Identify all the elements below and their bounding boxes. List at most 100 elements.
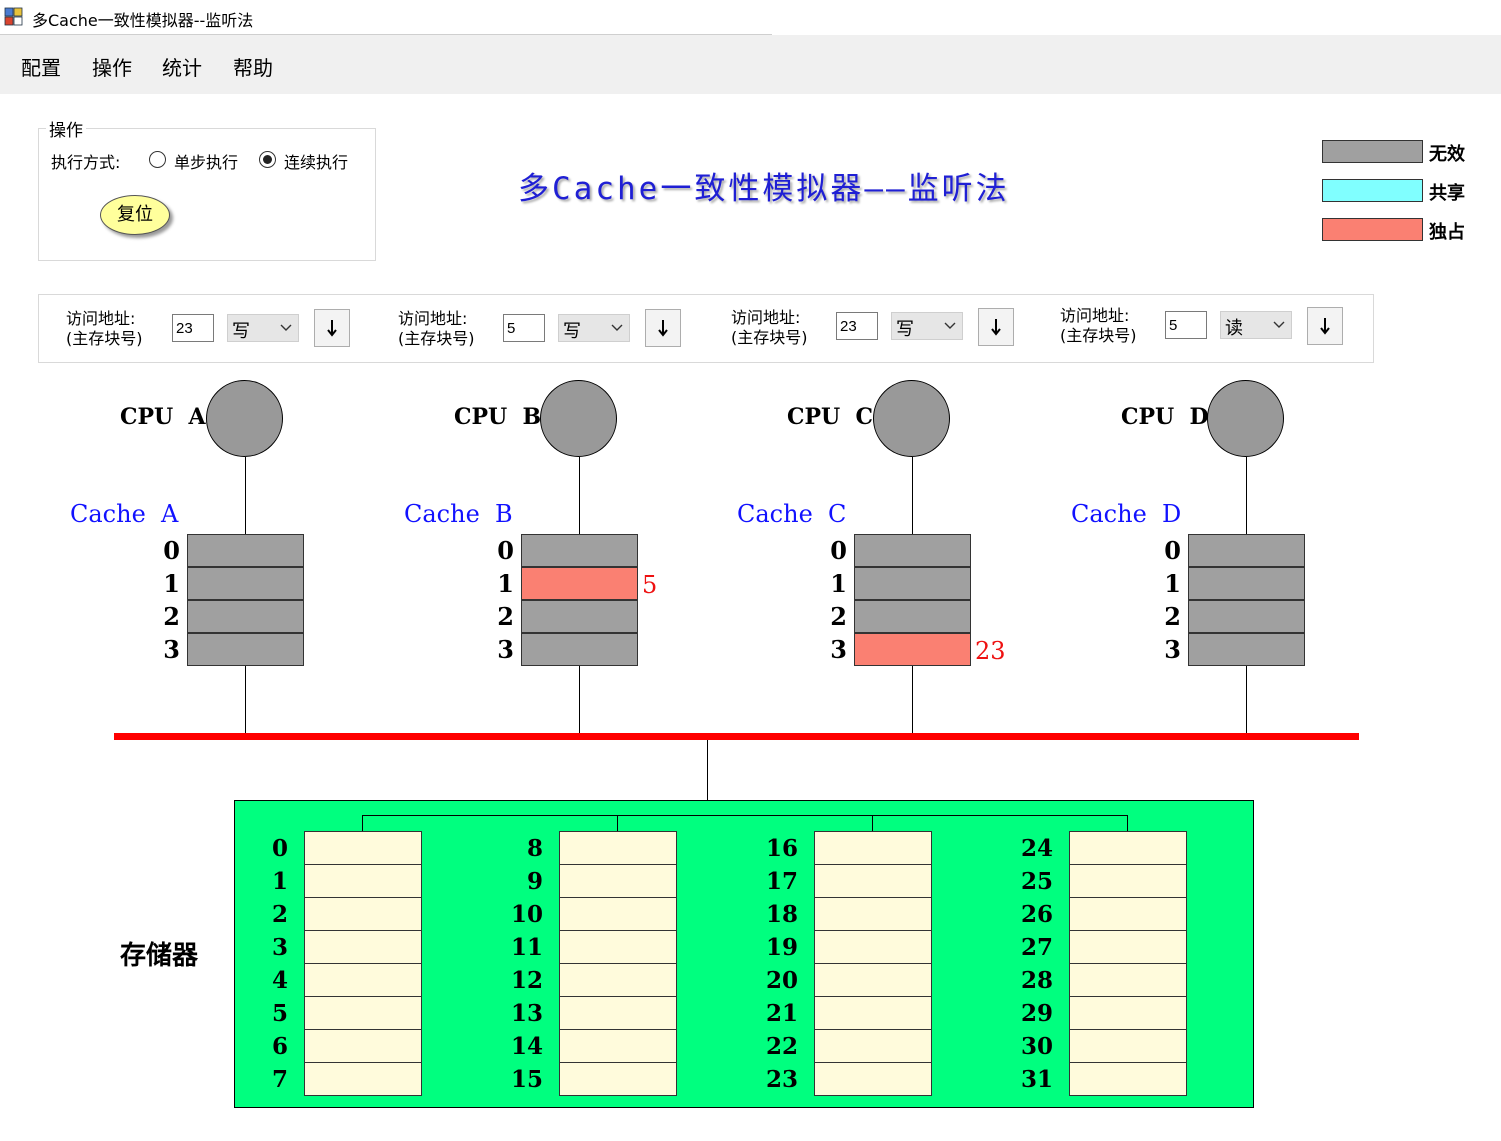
- memory-block-0[interactable]: [304, 831, 422, 865]
- memory-block-31[interactable]: [1069, 1062, 1187, 1096]
- memory-block-15[interactable]: [559, 1062, 677, 1096]
- cache-line-d-1[interactable]: [1188, 567, 1305, 600]
- cache-line-b-3[interactable]: [521, 633, 638, 666]
- memory-block-18[interactable]: [814, 897, 932, 931]
- memory-block-26[interactable]: [1069, 897, 1187, 931]
- reset-button[interactable]: 复位: [100, 195, 170, 235]
- memory-block-10[interactable]: [559, 897, 677, 931]
- single-step-radio[interactable]: [149, 151, 166, 168]
- menu-bar: 配置 操作 统计 帮助: [0, 35, 1501, 94]
- op-select-value: 写: [563, 321, 581, 342]
- memory-block-4[interactable]: [304, 963, 422, 997]
- op-select-b[interactable]: 写: [558, 314, 630, 342]
- op-select-c[interactable]: 写: [891, 312, 963, 340]
- memory-block-1[interactable]: [304, 864, 422, 898]
- access-label-line2: (主存块号): [731, 328, 808, 347]
- memory-block-17[interactable]: [814, 864, 932, 898]
- memory-column-link: [1127, 815, 1128, 831]
- memory-block-14[interactable]: [559, 1029, 677, 1063]
- cache-line-b-1[interactable]: [521, 567, 638, 600]
- memory-block-19[interactable]: [814, 930, 932, 964]
- memory-block-9[interactable]: [559, 864, 677, 898]
- memory-block-7[interactable]: [304, 1062, 422, 1096]
- access-label-line2: (主存块号): [1060, 326, 1137, 345]
- memory-block-13[interactable]: [559, 996, 677, 1030]
- menu-operation[interactable]: 操作: [92, 52, 132, 81]
- cache-line-a-1[interactable]: [187, 567, 304, 600]
- memory-block-28[interactable]: [1069, 963, 1187, 997]
- window-title: 多Cache一致性模拟器--监听法: [32, 11, 254, 30]
- menu-config[interactable]: 配置: [21, 52, 61, 81]
- memory-block-number: 24: [1020, 835, 1053, 862]
- address-input-c[interactable]: [836, 312, 878, 340]
- memory-block-number: 10: [510, 901, 543, 928]
- memory-block-11[interactable]: [559, 930, 677, 964]
- continuous-radio[interactable]: [259, 151, 276, 168]
- cache-line-a-0[interactable]: [187, 534, 304, 567]
- cpu-cache-link: [1246, 457, 1247, 534]
- cache-line-b-0[interactable]: [521, 534, 638, 567]
- memory-block-16[interactable]: [814, 831, 932, 865]
- access-label-line1: 访问地址:: [398, 309, 468, 328]
- cache-line-b-2[interactable]: [521, 600, 638, 633]
- memory-block-3[interactable]: [304, 930, 422, 964]
- memory-block-24[interactable]: [1069, 831, 1187, 865]
- cache-line-c-0[interactable]: [854, 534, 971, 567]
- memory-block-20[interactable]: [814, 963, 932, 997]
- memory-block-2[interactable]: [304, 897, 422, 931]
- cpu-cache-link: [579, 457, 580, 534]
- go-button-c[interactable]: [978, 308, 1014, 346]
- address-input-b[interactable]: [503, 314, 545, 342]
- cache-line-c-2[interactable]: [854, 600, 971, 633]
- cache-line-d-0[interactable]: [1188, 534, 1305, 567]
- memory-block-8[interactable]: [559, 831, 677, 865]
- memory-block-12[interactable]: [559, 963, 677, 997]
- memory-block-5[interactable]: [304, 996, 422, 1030]
- op-select-d[interactable]: 读: [1220, 311, 1292, 339]
- memory-block-6[interactable]: [304, 1029, 422, 1063]
- execution-mode-label: 执行方式:: [51, 153, 121, 172]
- access-label-line2: (主存块号): [66, 329, 143, 348]
- memory-block-25[interactable]: [1069, 864, 1187, 898]
- go-button-d[interactable]: [1307, 307, 1343, 345]
- access-label-line1: 访问地址:: [731, 308, 801, 327]
- op-select-value: 读: [1225, 318, 1243, 339]
- memory-block-number: 31: [1020, 1066, 1053, 1093]
- chevron-down-icon: [1273, 321, 1285, 328]
- memory-block-22[interactable]: [814, 1029, 932, 1063]
- single-step-label[interactable]: 单步执行: [174, 149, 238, 173]
- cache-label-a: Cache A: [70, 500, 179, 528]
- access-label-b: 访问地址: (主存块号): [398, 309, 475, 349]
- cache-bus-link: [912, 666, 913, 734]
- cache-bus-link: [579, 666, 580, 734]
- cache-line-d-3[interactable]: [1188, 633, 1305, 666]
- cpu-label-a: CPU A: [120, 404, 206, 430]
- access-label-line1: 访问地址:: [1060, 306, 1130, 325]
- go-button-b[interactable]: [645, 309, 681, 347]
- memory-block-number: 25: [1020, 868, 1053, 895]
- cache-line-d-2[interactable]: [1188, 600, 1305, 633]
- cache-label-b: Cache B: [404, 500, 513, 528]
- memory-block-21[interactable]: [814, 996, 932, 1030]
- go-button-a[interactable]: [314, 309, 350, 347]
- menu-help[interactable]: 帮助: [233, 52, 273, 81]
- cache-line-c-3[interactable]: [854, 633, 971, 666]
- memory-block-27[interactable]: [1069, 930, 1187, 964]
- op-select-value: 写: [232, 321, 250, 342]
- memory-block-number: 16: [765, 835, 798, 862]
- cpu-label-c: CPU C: [787, 404, 874, 430]
- op-select-a[interactable]: 写: [227, 314, 299, 342]
- memory-block-number: 30: [1020, 1033, 1053, 1060]
- cache-line-a-3[interactable]: [187, 633, 304, 666]
- memory-column-link: [617, 815, 618, 831]
- memory-block-23[interactable]: [814, 1062, 932, 1096]
- memory-block-29[interactable]: [1069, 996, 1187, 1030]
- address-input-d[interactable]: [1165, 311, 1207, 339]
- continuous-label[interactable]: 连续执行: [284, 149, 348, 173]
- memory-block-30[interactable]: [1069, 1029, 1187, 1063]
- menu-statistics[interactable]: 统计: [162, 52, 202, 81]
- cache-line-a-2[interactable]: [187, 600, 304, 633]
- address-input-a[interactable]: [172, 314, 214, 342]
- cache-line-c-1[interactable]: [854, 567, 971, 600]
- memory-block-number: 26: [1020, 901, 1053, 928]
